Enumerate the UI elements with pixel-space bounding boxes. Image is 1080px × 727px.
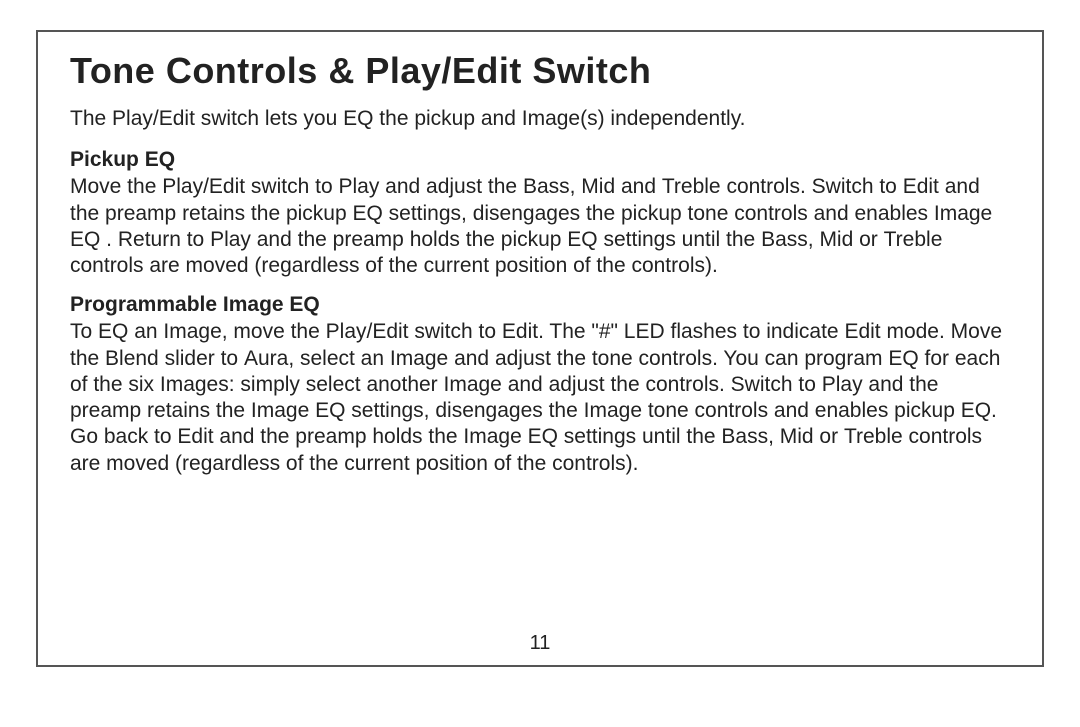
mid-term: Mid (780, 425, 814, 448)
intro-paragraph: The Play/Edit switch lets you EQ the pic… (70, 106, 1010, 132)
edit-term: Edit (903, 175, 939, 198)
play-term: Play (338, 175, 379, 198)
text: and the preamp holds the pickup EQ setti… (251, 228, 761, 251)
treble-term: Treble (844, 425, 903, 448)
text: switch lets you EQ the pickup and Image(… (195, 107, 746, 130)
edit-term: Edit (177, 425, 213, 448)
mid-term: Mid (581, 175, 615, 198)
manual-page: Tone Controls & Play/Edit Switch The Pla… (36, 30, 1044, 667)
text: switch to (245, 175, 338, 198)
play-edit-term: Play/Edit (112, 107, 195, 130)
pickup-eq-heading: Pickup EQ (70, 148, 1010, 172)
play-edit-term: Play/Edit (326, 320, 409, 343)
text: and adjust the (379, 175, 523, 198)
text: and the preamp holds the Image EQ settin… (214, 425, 722, 448)
aura-term: Aura (244, 347, 288, 370)
text: switch to (409, 320, 502, 343)
treble-term: Treble (884, 228, 943, 251)
text: or (853, 228, 883, 251)
programmable-image-eq-paragraph: To EQ an Image, move the Play/Edit switc… (70, 319, 1010, 477)
text: . The "#" LED flashes to indicate (538, 320, 844, 343)
bass-term: Bass (721, 425, 768, 448)
text: controls. Switch to (721, 175, 903, 198)
play-edit-term: Play/Edit (162, 175, 245, 198)
blend-term: Blend (105, 347, 159, 370)
bass-term: Bass (523, 175, 570, 198)
play-term: Play (210, 228, 251, 251)
text: The (70, 107, 112, 130)
page-number: 11 (38, 632, 1042, 655)
bass-term: Bass (761, 228, 808, 251)
text: , (768, 425, 780, 448)
play-term: Play (822, 373, 863, 396)
page-title: Tone Controls & Play/Edit Switch (70, 50, 1010, 92)
treble-term: Treble (662, 175, 721, 198)
programmable-image-eq-heading: Programmable Image EQ (70, 293, 1010, 317)
text: , (808, 228, 820, 251)
text: , (570, 175, 582, 198)
text: or (814, 425, 844, 448)
edit-term: Edit (844, 320, 880, 343)
text: Move the (70, 175, 162, 198)
pickup-eq-paragraph: Move the Play/Edit switch to Play and ad… (70, 174, 1010, 279)
mid-term: Mid (819, 228, 853, 251)
text: and (615, 175, 662, 198)
edit-term: Edit (502, 320, 538, 343)
text: To EQ an Image, move the (70, 320, 326, 343)
text: slider to (159, 347, 244, 370)
text: controls are moved (regardless of the cu… (70, 254, 718, 277)
